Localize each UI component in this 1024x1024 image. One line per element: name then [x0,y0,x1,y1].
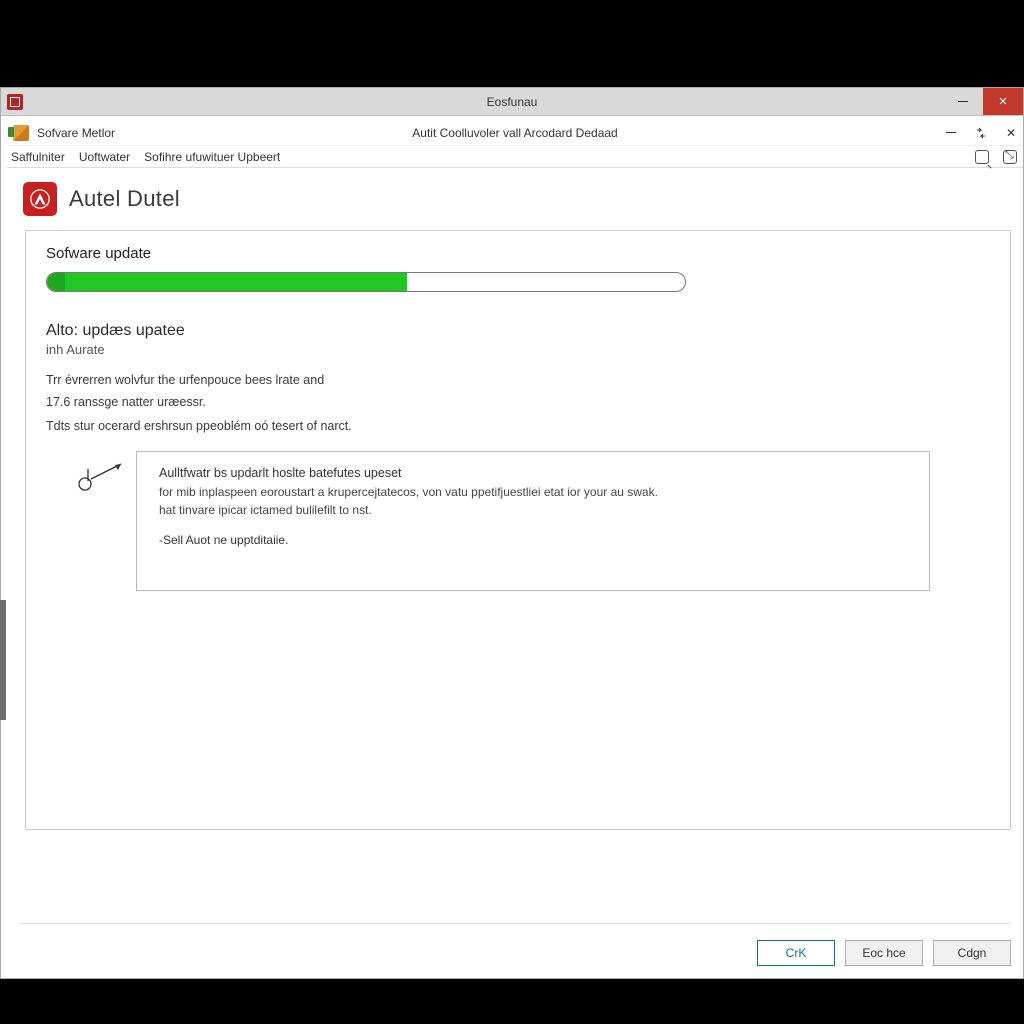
outer-window: Eosfunau Sofvare Metlor Autit Coolluvole… [0,87,1024,979]
info-box: Aulltfwatr bs updarlt hoslte batefutes u… [136,451,930,591]
inner-close-button[interactable] [1003,125,1019,141]
inner-maximize-button[interactable] [973,125,989,141]
progress-label: Sofware update [46,245,990,262]
info-title: Aulltfwatr bs updarlt hoslte batefutes u… [159,466,907,480]
left-gutter [0,600,6,720]
inner-titlebar[interactable]: Sofvare Metlor Autit Coolluvoler vall Ar… [7,120,1023,146]
progress-cap [47,273,65,291]
button-bar-divider [19,923,1011,924]
menu-item-2[interactable]: Sofihre ufuwituer Upbeert [144,150,280,164]
minimize-button[interactable] [943,88,983,115]
menubar: Saffulniter Uoftwater Sofihre ufuwituer … [7,146,1023,168]
cancel-button[interactable]: Cdgn [933,940,1011,966]
arrow-icon [77,462,127,488]
menu-item-1[interactable]: Uoftwater [79,150,130,164]
info-bullet: -Sell Auot ne upptditaiie. [159,533,907,547]
brand-row: Autel Dutel [7,168,1023,226]
outer-window-controls [943,88,1023,115]
inner-minimize-button[interactable] [943,125,959,141]
ok-button[interactable]: CrK [757,940,835,966]
close-button[interactable] [983,88,1023,115]
updates-heading: Alto: updæs upatee [46,322,990,340]
updates-line-1: 17.6 ranssge natter uræessr. [46,393,606,411]
menubar-right [975,146,1017,167]
content-panel: Sofware update Alto: updæs upatee inh Au… [25,230,1011,830]
brand-name: Autel Dutel [69,186,180,212]
updates-description: Trr évrerren wolvfur the urfenpouce bees… [46,371,606,435]
updates-subheading: inh Aurate [46,342,990,357]
updates-line-0: Trr évrerren wolvfur the urfenpouce bees… [46,371,606,389]
back-button[interactable]: Eoc hce [845,940,923,966]
menu-item-0[interactable]: Saffulniter [11,150,65,164]
outer-titlebar[interactable]: Eosfunau [1,88,1023,116]
progress-fill [65,273,407,291]
info-body-1: for mib inplaspeen eoroustart a kruperce… [159,484,907,501]
updates-line-2: Tdts stur ocerard ershrsun ppeoblém oó t… [46,417,606,435]
info-body-2: hat tinvare ipicar ictamed bulilefilt to… [159,502,907,519]
inner-title-center: Autit Coolluvoler vall Arcodard Dedaad [7,126,1023,140]
expand-icon[interactable] [1003,150,1017,164]
button-bar: CrK Eoc hce Cdgn [757,930,1011,966]
inner-window-controls [943,120,1019,145]
inner-window: Sofvare Metlor Autit Coolluvoler vall Ar… [7,120,1023,978]
outer-window-title: Eosfunau [1,95,1023,109]
search-icon[interactable] [975,150,989,164]
progress-bar [46,272,686,292]
brand-logo-icon [23,182,57,216]
